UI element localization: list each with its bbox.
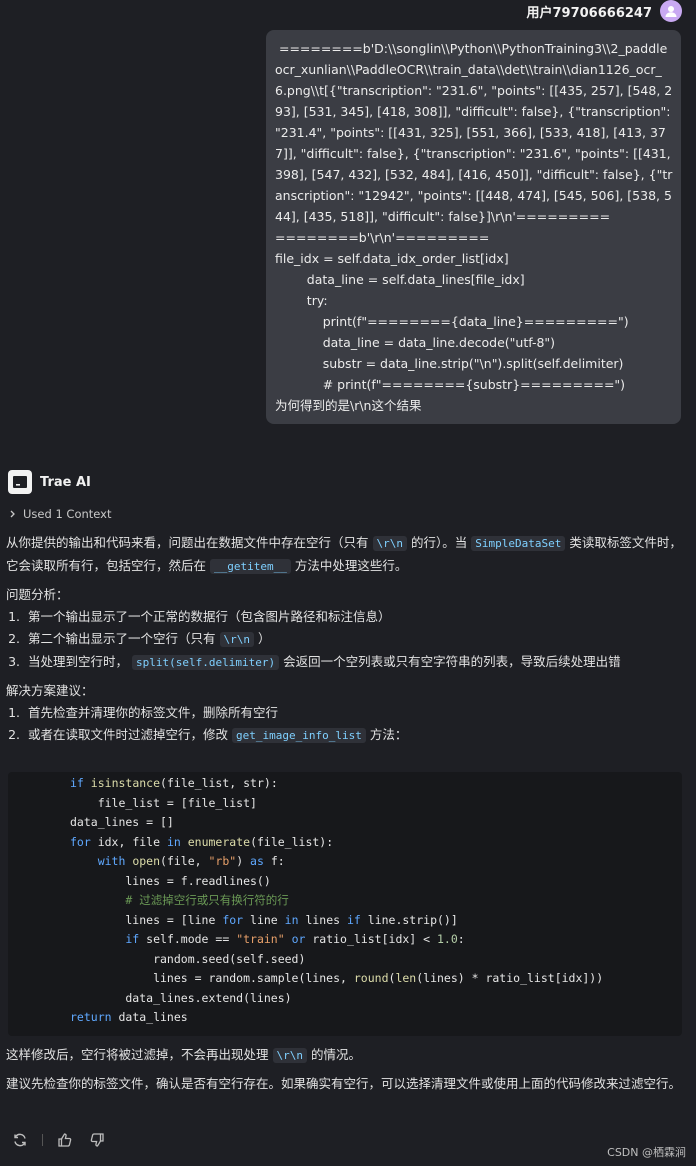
text: 的情况。 [310, 1047, 361, 1062]
code-line: return data_lines [70, 1010, 188, 1024]
watermark: CSDN @栖霖涧 [607, 1146, 686, 1159]
inline-code: SimpleDataSet [471, 536, 566, 551]
text: 首先检查并清理你的标签文件，删除所有空行 [28, 705, 279, 720]
regenerate-icon[interactable] [10, 1130, 30, 1150]
conclusion-paragraph: 这样修改后，空行将被过滤掉，不会再出现处理 \r\n 的情况。 [6, 1044, 688, 1067]
intro-paragraph: 从你提供的输出和代码来看，问题出在数据文件中存在空行（只有 \r\n 的行）。当… [6, 532, 688, 578]
analysis-title: 问题分析： [6, 587, 69, 602]
user-header: 用户79706666247 [526, 0, 682, 22]
code-line: file_list = [file_list] [70, 795, 257, 810]
message-line: data_line = data_line.decode("utf-8") [275, 335, 556, 350]
code-line: if self.mode == "train" or ratio_list[id… [70, 932, 465, 946]
message-line: ========b'D:\\songlin\\Python\\PythonTra… [275, 41, 675, 224]
message-line: substr = data_line.strip("\n").split(sel… [275, 356, 624, 371]
code-line: with open(file, "rb") as f: [70, 854, 285, 868]
text: 当处理到空行时， [28, 654, 129, 669]
user-avatar-icon[interactable] [660, 0, 682, 22]
text: 方法： [369, 727, 408, 742]
message-line: 为何得到的是\r\n这个结果 [275, 398, 422, 413]
solution-title: 解决方案建议： [6, 683, 94, 698]
assistant-message: 从你提供的输出和代码来看，问题出在数据文件中存在空行（只有 \r\n 的行）。当… [6, 532, 688, 747]
context-label: Used 1 Context [23, 507, 112, 521]
inline-code: get_image_info_list [232, 728, 366, 743]
text: 从你提供的输出和代码来看，问题出在数据文件中存在空行（只有 [6, 535, 369, 550]
assistant-name: Trae AI [40, 474, 91, 490]
chevron-right-icon [10, 510, 15, 518]
message-line: print(f"========{data_line}=========") [275, 314, 629, 329]
trae-logo-icon [8, 470, 32, 494]
list-item: 或者在读取文件时过滤掉空行，修改 get_image_info_list 方法： [24, 724, 688, 747]
code-block[interactable]: if isinstance(file_list, str): file_list… [8, 772, 682, 1036]
list-item: 第二个输出显示了一个空行（只有 \r\n ） [24, 628, 688, 651]
analysis-list: 第一个输出显示了一个正常的数据行（包含图片路径和标注信息） 第二个输出显示了一个… [6, 606, 688, 674]
divider [42, 1134, 43, 1146]
chat-page: 用户79706666247 ========b'D:\\songlin\\Pyt… [0, 0, 696, 1166]
list-item: 第一个输出显示了一个正常的数据行（包含图片路径和标注信息） [24, 606, 688, 628]
code-line: lines = [line for line in lines if line.… [70, 912, 458, 927]
message-actions [10, 1130, 107, 1150]
thumbs-down-icon[interactable] [87, 1130, 107, 1150]
text: ） [257, 631, 271, 646]
code-line: data_lines = [] [70, 815, 174, 829]
thumbs-up-icon[interactable] [55, 1130, 75, 1150]
code-line: # 过滤掉空行或只有换行符的行 [70, 893, 289, 907]
context-toggle[interactable]: Used 1 Context [9, 507, 111, 521]
user-message: ========b'D:\\songlin\\Python\\PythonTra… [266, 30, 681, 424]
text: 或者在读取文件时过滤掉空行，修改 [28, 727, 229, 742]
text: 会返回一个空列表或只有空字符串的列表，导致后续处理出错 [283, 654, 621, 669]
message-line: # print(f"========{substr}=========") [275, 377, 626, 392]
suggestion-paragraph: 建议先检查你的标签文件，确认是否有空行存在。如果确实有空行，可以选择清理文件或使… [6, 1076, 682, 1091]
list-item: 当处理到空行时， split(self.delimiter) 会返回一个空列表或… [24, 651, 688, 674]
assistant-conclusion: 这样修改后，空行将被过滤掉，不会再出现处理 \r\n 的情况。 建议先检查你的标… [6, 1044, 688, 1095]
list-item: 首先检查并清理你的标签文件，删除所有空行 [24, 702, 688, 724]
user-name: 用户79706666247 [526, 5, 653, 21]
inline-code: split(self.delimiter) [132, 655, 280, 670]
inline-code: __getitem__ [210, 559, 291, 574]
inline-code: \r\n [219, 632, 254, 647]
message-line: ========b'\r\n'========= [275, 230, 490, 245]
message-line: try: [275, 293, 328, 308]
message-line: file_idx = self.data_idx_order_list[idx] [275, 251, 509, 266]
text: 第一个输出显示了一个正常的数据行（包含图片路径和标注信息） [28, 609, 391, 624]
code-line: data_lines.extend(lines) [70, 990, 292, 1005]
text: 的行）。当 [410, 535, 468, 550]
code-line: for idx, file in enumerate(file_list): [70, 834, 334, 849]
text: 方法中处理这些行。 [294, 558, 408, 573]
code-line: if isinstance(file_list, str): [70, 776, 278, 790]
inline-code: \r\n [272, 1048, 307, 1063]
inline-code: \r\n [372, 536, 407, 551]
code-line: random.seed(self.seed) [70, 951, 306, 966]
code-line: lines = f.readlines() [70, 873, 271, 888]
solution-list: 首先检查并清理你的标签文件，删除所有空行 或者在读取文件时过滤掉空行，修改 ge… [6, 702, 688, 747]
message-line: data_line = self.data_lines[file_idx] [275, 272, 525, 287]
text: 这样修改后，空行将被过滤掉，不会再出现处理 [6, 1047, 269, 1062]
assistant-header: Trae AI [8, 470, 91, 494]
code-line: lines = random.sample(lines, round(len(l… [70, 971, 604, 985]
text: 第二个输出显示了一个空行（只有 [28, 631, 216, 646]
